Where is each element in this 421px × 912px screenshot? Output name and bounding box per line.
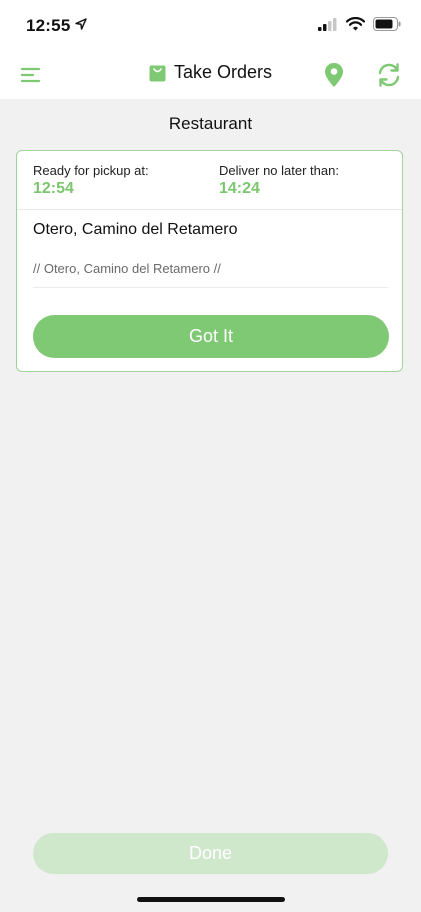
signal-icon bbox=[318, 17, 337, 31]
location-pin-icon[interactable] bbox=[324, 62, 344, 88]
deliver-label: Deliver no later than: bbox=[219, 163, 339, 178]
done-button[interactable]: Done bbox=[33, 833, 388, 874]
refresh-icon[interactable] bbox=[376, 62, 402, 88]
battery-icon bbox=[373, 17, 401, 31]
deliver-time: 14:24 bbox=[219, 180, 260, 197]
shopping-bag-icon bbox=[149, 65, 166, 81]
pickup-time-block: Ready for pickup at: 12:54 bbox=[33, 163, 149, 198]
deliver-time-block: Deliver no later than: 14:24 bbox=[219, 163, 339, 198]
got-it-button[interactable]: Got It bbox=[33, 315, 389, 358]
home-indicator bbox=[137, 897, 285, 902]
status-bar: 12:55 bbox=[0, 0, 421, 50]
pickup-time: 12:54 bbox=[33, 180, 74, 197]
order-times: Ready for pickup at: 12:54 Deliver no la… bbox=[17, 151, 402, 210]
section-title: Restaurant bbox=[168, 114, 253, 133]
header-title: Take Orders bbox=[0, 62, 421, 83]
order-note: // Otero, Camino del Retamero // bbox=[33, 261, 221, 276]
app-header: Take Orders bbox=[0, 50, 421, 99]
note-divider bbox=[33, 287, 388, 288]
wifi-icon bbox=[346, 17, 365, 31]
location-arrow-icon bbox=[75, 18, 87, 30]
order-card: Ready for pickup at: 12:54 Deliver no la… bbox=[16, 150, 403, 372]
delivery-address: Otero, Camino del Retamero bbox=[33, 221, 238, 238]
status-time: 12:55 bbox=[26, 16, 71, 35]
status-indicators bbox=[318, 17, 401, 31]
pickup-label: Ready for pickup at: bbox=[33, 163, 149, 178]
page-title: Take Orders bbox=[173, 62, 273, 82]
